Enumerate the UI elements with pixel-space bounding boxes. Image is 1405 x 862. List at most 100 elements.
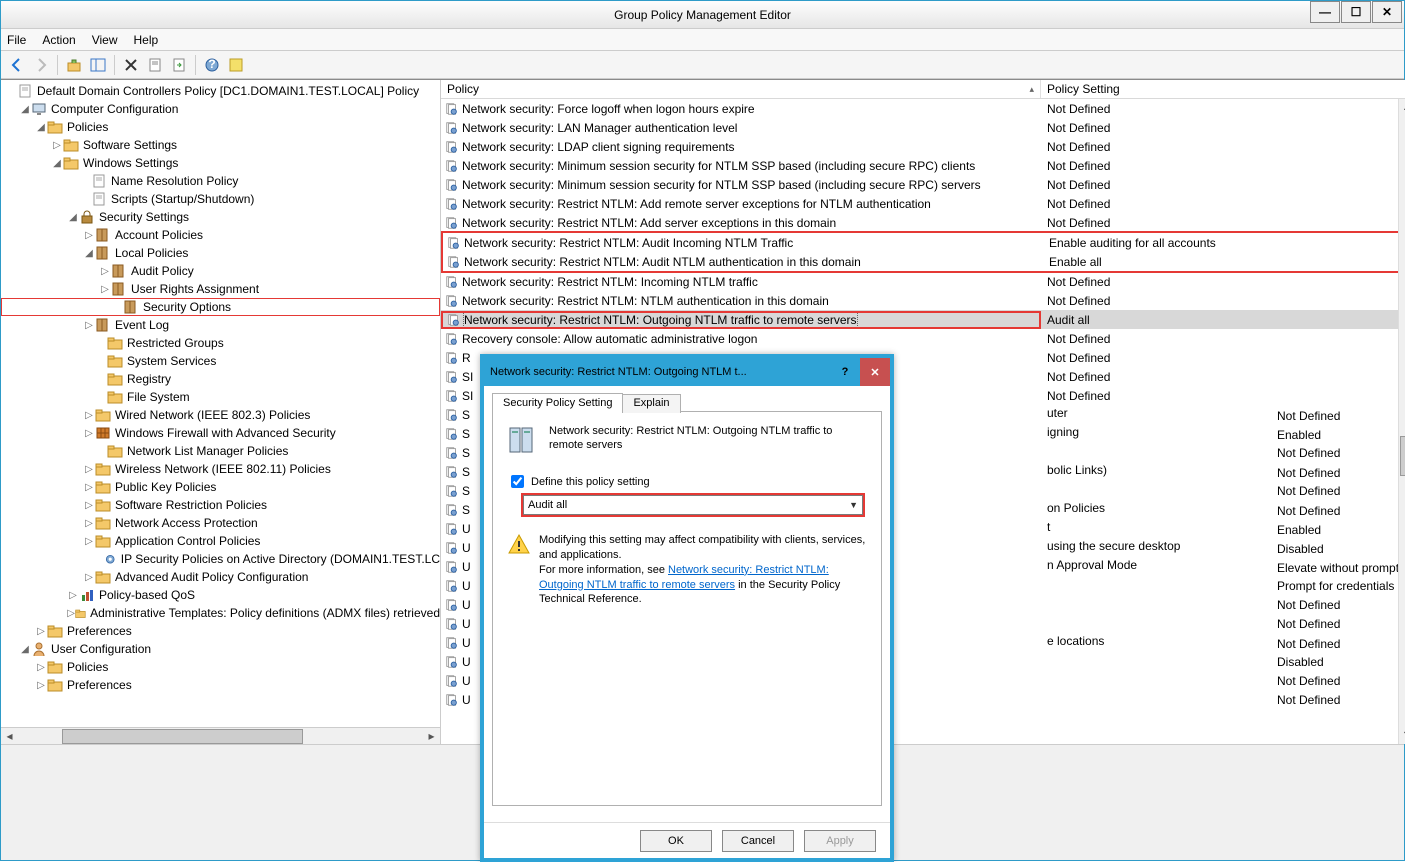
tree-nap[interactable]: ▷Network Access Protection [1, 514, 440, 532]
tree-view[interactable]: Default Domain Controllers Policy [DC1.D… [1, 80, 440, 727]
list-row[interactable]: Network security: Force logoff when logo… [441, 99, 1405, 118]
minimize-button[interactable]: — [1310, 1, 1340, 23]
expand-icon[interactable]: ▷ [51, 140, 63, 151]
expand-icon[interactable]: ▷ [99, 266, 111, 277]
expand-icon[interactable]: ▷ [35, 662, 47, 673]
list-row[interactable]: Network security: LAN Manager authentica… [441, 118, 1405, 137]
expand-icon[interactable]: ▷ [67, 590, 79, 601]
up-button[interactable] [64, 55, 84, 75]
scroll-right-icon[interactable]: ▸ [423, 729, 440, 744]
properties-button[interactable] [145, 55, 165, 75]
list-row[interactable]: Network security: Restrict NTLM: Incomin… [441, 272, 1405, 291]
menu-file[interactable]: File [7, 33, 26, 47]
scroll-left-icon[interactable]: ◂ [1, 729, 18, 744]
tree-firewall[interactable]: ▷Windows Firewall with Advanced Security [1, 424, 440, 442]
list-row[interactable]: Network security: Restrict NTLM: Add ser… [441, 213, 1405, 232]
list-row[interactable]: Recovery console: Allow automatic admini… [441, 329, 1405, 348]
policy-value-combobox[interactable]: Audit all ▼ [523, 495, 863, 515]
window-titlebar[interactable]: Group Policy Management Editor — ☐ ✕ [1, 1, 1404, 29]
expand-icon[interactable]: ▷ [83, 518, 95, 529]
dialog-titlebar[interactable]: Network security: Restrict NTLM: Outgoin… [484, 358, 890, 386]
list-row[interactable]: Network security: Restrict NTLM: Audit I… [443, 233, 1405, 252]
tab-explain[interactable]: Explain [622, 394, 680, 413]
tree-user-preferences[interactable]: ▷Preferences [1, 676, 440, 694]
tree-srp[interactable]: ▷Software Restriction Policies [1, 496, 440, 514]
help-button[interactable]: ? [202, 55, 222, 75]
expand-icon[interactable]: ▷ [83, 230, 95, 241]
tree-advanced-audit[interactable]: ▷Advanced Audit Policy Configuration [1, 568, 440, 586]
list-row[interactable]: Network security: Minimum session securi… [441, 156, 1405, 175]
collapse-icon[interactable]: ◢ [83, 248, 95, 259]
tree-user-rights[interactable]: ▷User Rights Assignment [1, 280, 440, 298]
tree-local-policies[interactable]: ◢Local Policies [1, 244, 440, 262]
tree-preferences[interactable]: ▷Preferences [1, 622, 440, 640]
expand-icon[interactable]: ▷ [83, 536, 95, 547]
tree-software-settings[interactable]: ▷Software Settings [1, 136, 440, 154]
tree-acp[interactable]: ▷Application Control Policies [1, 532, 440, 550]
ok-button[interactable]: OK [640, 830, 712, 852]
tree-user-config[interactable]: ◢User Configuration [1, 640, 440, 658]
list-row[interactable]: Network security: Restrict NTLM: Outgoin… [441, 310, 1405, 329]
tree-user-policies[interactable]: ▷Policies [1, 658, 440, 676]
tree-restricted-groups[interactable]: Restricted Groups [1, 334, 440, 352]
expand-icon[interactable]: ▷ [35, 626, 47, 637]
tree-ipsec[interactable]: IP Security Policies on Active Directory… [1, 550, 440, 568]
collapse-icon[interactable]: ◢ [67, 212, 79, 223]
expand-icon[interactable]: ▷ [83, 500, 95, 511]
tab-security-policy-setting[interactable]: Security Policy Setting [492, 393, 623, 412]
tree-computer-config[interactable]: ◢Computer Configuration [1, 100, 440, 118]
expand-icon[interactable]: ▷ [83, 428, 95, 439]
expand-icon[interactable]: ▷ [99, 284, 111, 295]
apply-button[interactable]: Apply [804, 830, 876, 852]
tree-event-log[interactable]: ▷Event Log [1, 316, 440, 334]
tree-name-resolution[interactable]: Name Resolution Policy [1, 172, 440, 190]
tree-wired-network[interactable]: ▷Wired Network (IEEE 802.3) Policies [1, 406, 440, 424]
expand-icon[interactable]: ▷ [83, 464, 95, 475]
expand-icon[interactable]: ▷ [35, 680, 47, 691]
expand-icon[interactable]: ▷ [83, 572, 95, 583]
delete-button[interactable] [121, 55, 141, 75]
list-row[interactable]: Network security: Restrict NTLM: Audit N… [443, 252, 1405, 271]
cancel-button[interactable]: Cancel [722, 830, 794, 852]
menu-help[interactable]: Help [134, 33, 159, 47]
tree-audit-policy[interactable]: ▷Audit Policy [1, 262, 440, 280]
tree-windows-settings[interactable]: ◢Windows Settings [1, 154, 440, 172]
tree-security-settings[interactable]: ◢Security Settings [1, 208, 440, 226]
define-policy-label[interactable]: Define this policy setting [531, 476, 650, 488]
tree-pkp[interactable]: ▷Public Key Policies [1, 478, 440, 496]
expand-icon[interactable]: ▷ [67, 608, 75, 619]
forward-button[interactable] [31, 55, 51, 75]
tree-wireless[interactable]: ▷Wireless Network (IEEE 802.11) Policies [1, 460, 440, 478]
tree-hscrollbar[interactable]: ◂ ▸ [1, 727, 440, 744]
tree-security-options[interactable]: Security Options [1, 298, 440, 316]
back-button[interactable] [7, 55, 27, 75]
scroll-thumb[interactable] [1400, 436, 1405, 476]
tree-root[interactable]: Default Domain Controllers Policy [DC1.D… [1, 82, 440, 100]
tree-policies[interactable]: ◢Policies [1, 118, 440, 136]
expand-icon[interactable]: ▷ [83, 482, 95, 493]
list-row[interactable]: Network security: Restrict NTLM: NTLM au… [441, 291, 1405, 310]
tree-account-policies[interactable]: ▷Account Policies [1, 226, 440, 244]
menu-view[interactable]: View [92, 33, 118, 47]
define-policy-checkbox[interactable] [511, 475, 524, 488]
tree-file-system[interactable]: File System [1, 388, 440, 406]
expand-icon[interactable]: ▷ [83, 320, 95, 331]
list-row[interactable]: Network security: Minimum session securi… [441, 175, 1405, 194]
expand-icon[interactable]: ▷ [83, 410, 95, 421]
show-hide-tree-button[interactable] [88, 55, 108, 75]
tree-scripts[interactable]: Scripts (Startup/Shutdown) [1, 190, 440, 208]
dialog-close-button[interactable]: ✕ [860, 358, 890, 386]
collapse-icon[interactable]: ◢ [51, 158, 63, 169]
tree-pbq[interactable]: ▷Policy-based QoS [1, 586, 440, 604]
menu-action[interactable]: Action [42, 33, 75, 47]
collapse-icon[interactable]: ◢ [35, 122, 47, 133]
maximize-button[interactable]: ☐ [1341, 1, 1371, 23]
tree-nlmp[interactable]: Network List Manager Policies [1, 442, 440, 460]
collapse-icon[interactable]: ◢ [19, 644, 31, 655]
column-policy[interactable]: Policy▴ [441, 80, 1041, 98]
export-button[interactable] [169, 55, 189, 75]
tree-system-services[interactable]: System Services [1, 352, 440, 370]
list-vscrollbar[interactable]: ▴ ▾ [1398, 99, 1405, 744]
filter-button[interactable] [226, 55, 246, 75]
list-row[interactable]: Network security: LDAP client signing re… [441, 137, 1405, 156]
